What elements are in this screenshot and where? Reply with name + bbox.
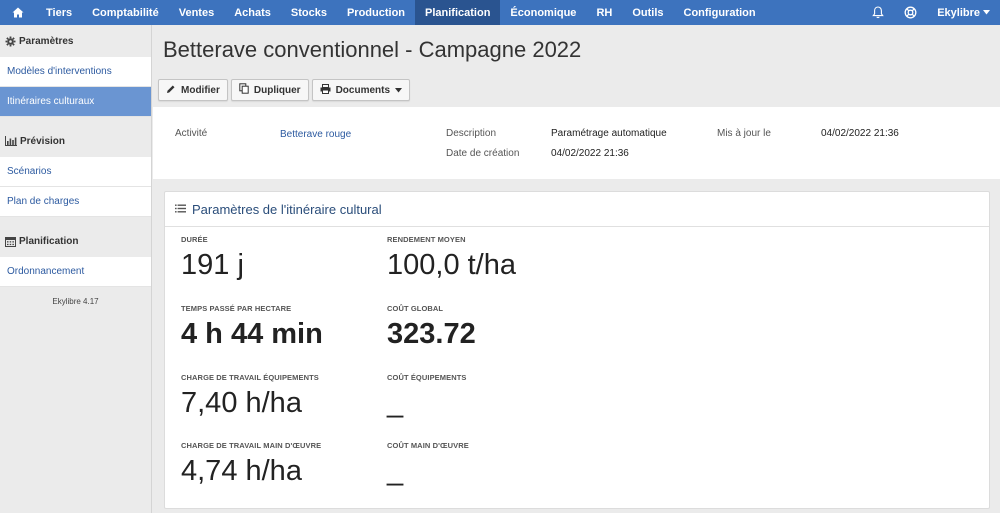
- caret-down-icon: [395, 85, 403, 96]
- calendar-icon: [5, 236, 16, 247]
- sidebar-item-modeles-interventions[interactable]: Modèles d'interventions: [0, 57, 151, 87]
- metric-value: 323.72: [387, 318, 476, 350]
- nav-production[interactable]: Production: [337, 0, 415, 25]
- lifebuoy-icon: [904, 6, 917, 19]
- metric-value: 191 j: [181, 249, 244, 281]
- metric-label: CHARGE DE TRAVAIL MAIN D'ŒUVRE: [181, 441, 322, 450]
- sidebar-item-itineraires-culturaux[interactable]: Itinéraires culturaux: [0, 87, 151, 117]
- metric-label: RENDEMENT MOYEN: [387, 235, 466, 244]
- nav-economique[interactable]: Économique: [500, 0, 586, 25]
- sidebar-section-planification: Planification: [0, 225, 151, 257]
- updated-value: 04/02/2022 21:36: [821, 128, 899, 139]
- created-value: 04/02/2022 21:36: [551, 148, 629, 159]
- list-icon: [175, 200, 186, 218]
- sidebar-section-title: Paramètres: [19, 35, 74, 47]
- nav-planification[interactable]: Planification: [415, 0, 501, 25]
- documents-button-label: Documents: [335, 84, 391, 96]
- itinerary-parameters-card: Paramètres de l'itinéraire cultural DURÉ…: [164, 191, 990, 509]
- nav-rh[interactable]: RH: [586, 0, 622, 25]
- metric-cout-global: COÛT GLOBAL 323.72: [387, 304, 476, 351]
- nav-stocks[interactable]: Stocks: [281, 0, 337, 25]
- metric-value: 7,40 h/ha: [181, 387, 302, 419]
- nav-ventes[interactable]: Ventes: [169, 0, 224, 25]
- description-label: Description: [446, 128, 497, 139]
- metric-value: _: [387, 455, 404, 487]
- activity-label: Activité: [175, 128, 208, 139]
- metric-duree: DURÉE 191 j: [181, 235, 244, 282]
- bell-icon: [872, 6, 884, 19]
- metric-cout-main-oeuvre: COÛT MAIN D'ŒUVRE _: [387, 441, 469, 488]
- card-header: Paramètres de l'itinéraire cultural: [165, 192, 989, 227]
- created-label: Date de création: [446, 148, 520, 159]
- metric-value: _: [387, 387, 404, 419]
- updated-label: Mis à jour le: [717, 128, 771, 139]
- sidebar-item-ordonnancement[interactable]: Ordonnancement: [0, 257, 151, 287]
- nav-home[interactable]: [0, 0, 36, 25]
- printer-icon: [320, 83, 331, 97]
- nav-comptabilite[interactable]: Comptabilité: [82, 0, 169, 25]
- home-icon: [12, 7, 24, 18]
- duplicate-button-label: Dupliquer: [253, 84, 301, 96]
- user-name: Ekylibre: [937, 6, 980, 19]
- duplicate-button[interactable]: Dupliquer: [230, 79, 309, 101]
- gear-icon: [5, 36, 16, 47]
- documents-dropdown-button[interactable]: Documents: [311, 79, 411, 101]
- sidebar-item-plan-de-charges[interactable]: Plan de charges: [0, 187, 151, 217]
- nav-outils[interactable]: Outils: [622, 0, 673, 25]
- sidebar-section-title: Planification: [19, 235, 79, 247]
- metric-label: COÛT GLOBAL: [387, 304, 444, 313]
- metric-temps-par-hectare: TEMPS PASSÉ PAR HECTARE 4 h 44 min: [181, 304, 323, 351]
- nav-configuration[interactable]: Configuration: [674, 0, 766, 25]
- description-value: Paramétrage automatique: [551, 128, 667, 139]
- metric-value: 4 h 44 min: [181, 318, 323, 350]
- edit-button-label: Modifier: [181, 84, 220, 96]
- metric-label: COÛT MAIN D'ŒUVRE: [387, 441, 469, 450]
- copy-icon: [239, 83, 249, 97]
- bar-chart-icon: [5, 136, 17, 146]
- help-button[interactable]: [894, 0, 927, 25]
- metric-label: CHARGE DE TRAVAIL ÉQUIPEMENTS: [181, 373, 319, 382]
- nav-achats[interactable]: Achats: [224, 0, 281, 25]
- activity-link[interactable]: Betterave rouge: [280, 129, 351, 140]
- sidebar-item-scenarios[interactable]: Scénarios: [0, 157, 151, 187]
- sidebar-section-prevision: Prévision: [0, 125, 151, 157]
- notifications-button[interactable]: [862, 0, 894, 25]
- metric-label: TEMPS PASSÉ PAR HECTARE: [181, 304, 292, 313]
- metric-label: COÛT ÉQUIPEMENTS: [387, 373, 467, 382]
- caret-down-icon: [983, 10, 990, 15]
- page-title: Betterave conventionnel - Campagne 2022: [163, 37, 582, 62]
- metric-rendement-moyen: RENDEMENT MOYEN 100,0 t/ha: [387, 235, 516, 282]
- metric-label: DURÉE: [181, 235, 208, 244]
- card-title: Paramètres de l'itinéraire cultural: [192, 201, 382, 217]
- metric-value: 100,0 t/ha: [387, 249, 516, 281]
- info-bar: Activité Betterave rouge Description Par…: [153, 107, 1000, 179]
- metric-cout-equipements: COÛT ÉQUIPEMENTS _: [387, 373, 467, 420]
- user-menu[interactable]: Ekylibre: [927, 0, 1000, 25]
- sidebar-section-parametres: Paramètres: [0, 25, 151, 57]
- metric-charge-main-oeuvre: CHARGE DE TRAVAIL MAIN D'ŒUVRE 4,74 h/ha: [181, 441, 321, 488]
- sidebar-section-title: Prévision: [20, 135, 66, 147]
- nav-tiers[interactable]: Tiers: [36, 0, 82, 25]
- toolbar: Modifier Dupliquer Documents: [158, 79, 411, 101]
- main-content: Betterave conventionnel - Campagne 2022 …: [153, 25, 1000, 513]
- edit-button[interactable]: Modifier: [158, 79, 228, 101]
- pencil-icon: [166, 84, 176, 97]
- app-version: Ekylibre 4.17: [52, 297, 99, 306]
- top-navbar: Tiers Comptabilité Ventes Achats Stocks …: [0, 0, 1000, 25]
- metric-value: 4,74 h/ha: [181, 455, 302, 487]
- metric-charge-equipements: CHARGE DE TRAVAIL ÉQUIPEMENTS 7,40 h/ha: [181, 373, 319, 420]
- sidebar: Paramètres Modèles d'interventions Itiné…: [0, 25, 152, 513]
